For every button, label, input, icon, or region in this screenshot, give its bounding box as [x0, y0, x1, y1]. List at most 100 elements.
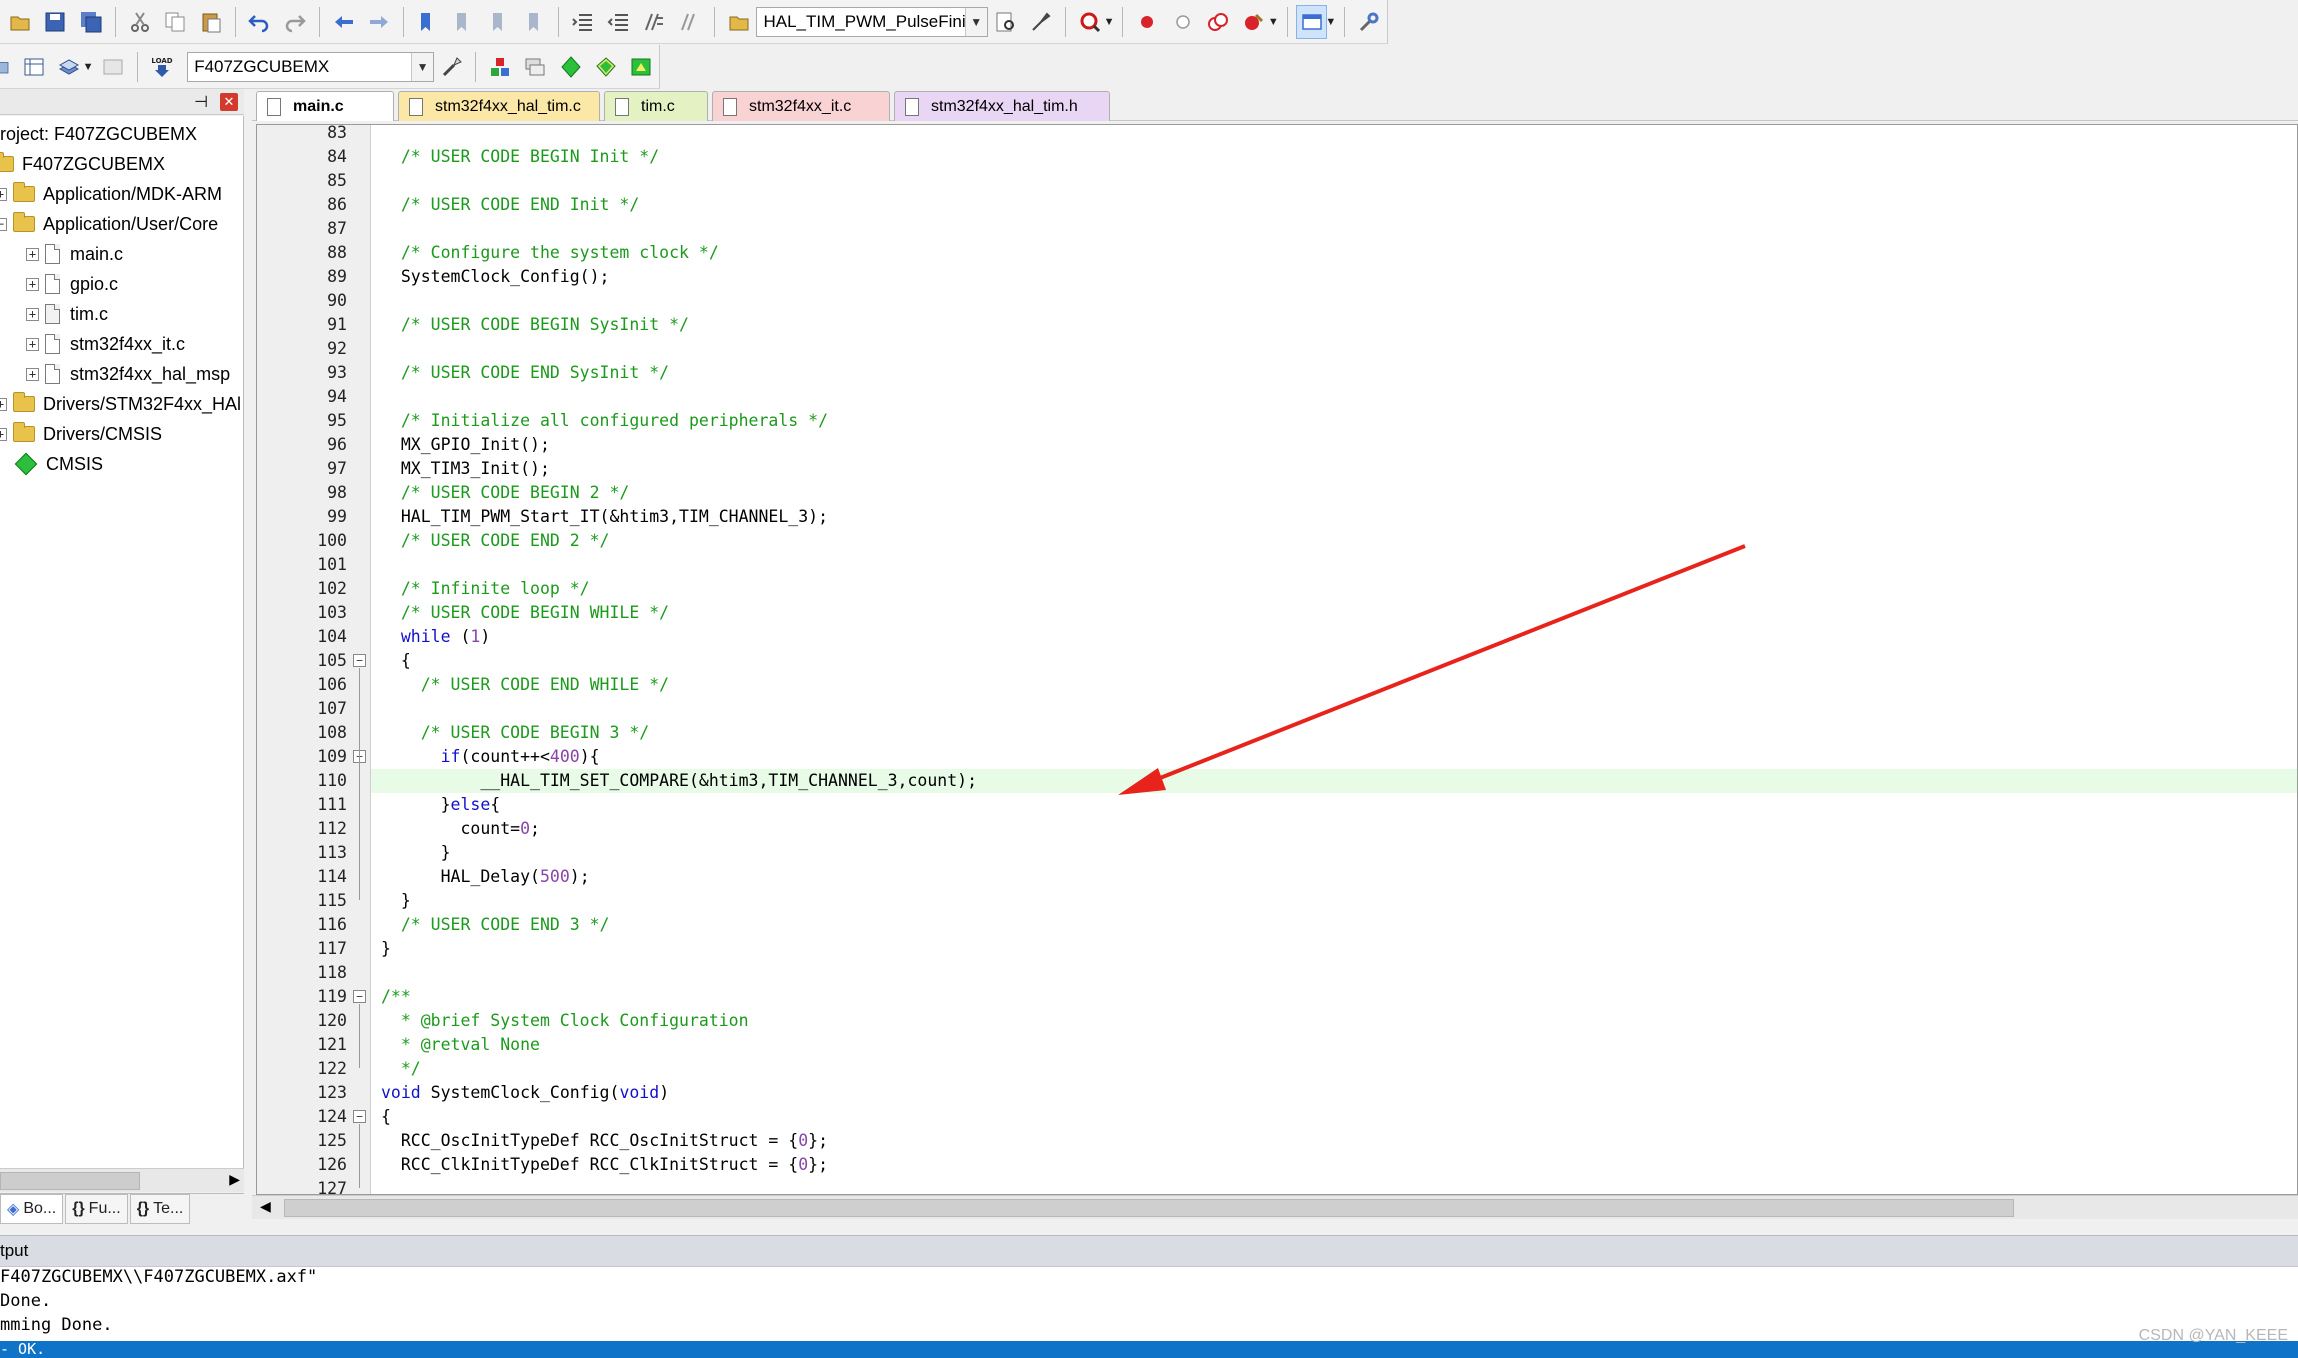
tree-item-mdk-arm[interactable]: + Application/MDK-ARM — [0, 180, 222, 208]
comment-icon[interactable] — [639, 5, 671, 39]
expand-icon[interactable]: + — [26, 277, 39, 291]
code-line[interactable]: if(count++<400){ — [371, 745, 2297, 769]
unindent-icon[interactable] — [603, 5, 635, 39]
code-line[interactable] — [371, 385, 2297, 409]
code-line[interactable]: /* USER CODE BEGIN WHILE */ — [371, 601, 2297, 625]
tab-stm32f4xx-it-c[interactable]: stm32f4xx_it.c — [712, 91, 890, 121]
code-line[interactable] — [371, 553, 2297, 577]
chevron-down-icon[interactable]: ▼ — [1104, 16, 1115, 28]
code-line[interactable]: MX_GPIO_Init(); — [371, 433, 2297, 457]
redo-icon[interactable] — [279, 5, 311, 39]
expand-icon[interactable]: + — [26, 247, 39, 261]
select-packs-icon[interactable] — [520, 50, 551, 84]
breakpoint-kill-all-icon[interactable] — [1203, 5, 1235, 39]
target-combo[interactable]: F407ZGCUBEMX ▼ — [187, 51, 435, 82]
code-line[interactable]: } — [371, 889, 2297, 913]
line-number-gutter[interactable]: 83 84 85 86 87 88 89 90 91 92 93 94 95 96 97 98 99 100 101… — [257, 125, 371, 1194]
scrollbar-thumb[interactable] — [0, 1172, 140, 1190]
code-line[interactable]: /* USER CODE END Init */ — [371, 193, 2297, 217]
code-line[interactable]: HAL_TIM_PWM_Start_IT(&htim3,TIM_CHANNEL_… — [371, 505, 2297, 529]
project-horizontal-scrollbar[interactable]: ▶ — [0, 1168, 244, 1192]
code-line[interactable]: /* USER CODE END 2 */ — [371, 529, 2297, 553]
paste-icon[interactable] — [195, 5, 227, 39]
code-line[interactable] — [371, 337, 2297, 361]
save-all-icon[interactable] — [75, 5, 107, 39]
navigate-back-icon[interactable] — [328, 5, 360, 39]
code-line[interactable] — [371, 289, 2297, 313]
chevron-down-icon[interactable]: ▼ — [83, 61, 94, 73]
pin-icon[interactable]: ⊣ — [194, 92, 208, 112]
bookmark-clear-icon[interactable] — [519, 5, 551, 39]
tree-item-drivers-cmsis[interactable]: + Drivers/CMSIS — [0, 420, 162, 448]
configure-icon[interactable] — [1353, 5, 1385, 39]
code-line[interactable]: while (1) — [371, 625, 2297, 649]
code-line[interactable]: /* USER CODE END SysInit */ — [371, 361, 2297, 385]
code-line[interactable]: /* USER CODE BEGIN 3 */ — [371, 721, 2297, 745]
code-line[interactable]: /* Infinite loop */ — [371, 577, 2297, 601]
code-line[interactable] — [371, 217, 2297, 241]
code-line[interactable] — [371, 1177, 2297, 1194]
fold-toggle-icon[interactable]: − — [353, 990, 366, 1003]
code-line[interactable]: count=0; — [371, 817, 2297, 841]
code-line[interactable]: /** — [371, 985, 2297, 1009]
code-line[interactable]: /* USER CODE BEGIN SysInit */ — [371, 313, 2297, 337]
find-icon[interactable] — [990, 5, 1022, 39]
bookmark-toggle-icon[interactable] — [412, 5, 444, 39]
expand-icon[interactable]: + — [26, 307, 39, 321]
manage-project-items-icon[interactable] — [484, 50, 515, 84]
manage-run-time-icon[interactable] — [555, 50, 586, 84]
target-node[interactable]: F407ZGCUBEMX — [0, 150, 165, 178]
expand-icon[interactable]: + — [0, 397, 7, 411]
code-line[interactable]: SystemClock_Config(); — [371, 265, 2297, 289]
indent-icon[interactable] — [567, 5, 599, 39]
expand-icon[interactable]: + — [0, 427, 7, 441]
chevron-down-icon[interactable]: ▼ — [964, 7, 987, 36]
code-line[interactable]: void SystemClock_Config(void) — [371, 1081, 2297, 1105]
code-line[interactable] — [371, 125, 2297, 145]
fold-toggle-icon[interactable]: − — [353, 1110, 366, 1123]
close-icon[interactable]: ✕ — [220, 93, 238, 111]
translate-icon[interactable] — [0, 50, 14, 84]
code-line[interactable]: /* Configure the system clock */ — [371, 241, 2297, 265]
tree-item-drivers-hal[interactable]: + Drivers/STM32F4xx_HAl — [0, 390, 241, 418]
tab-functions[interactable]: {} Fu... — [65, 1194, 128, 1224]
bookmark-next-icon[interactable] — [483, 5, 515, 39]
code-line[interactable] — [371, 697, 2297, 721]
chevron-down-icon[interactable]: ▼ — [411, 52, 434, 81]
scroll-right-icon[interactable]: ▶ — [229, 1171, 240, 1188]
code-line[interactable]: } — [371, 937, 2297, 961]
browse-icon[interactable] — [1025, 5, 1057, 39]
code-line[interactable]: */ — [371, 1057, 2297, 1081]
breakpoint-disable-icon[interactable] — [1167, 5, 1199, 39]
chevron-down-icon[interactable]: ▼ — [1325, 16, 1336, 28]
expand-icon[interactable]: + — [26, 337, 39, 351]
code-line[interactable]: * @brief System Clock Configuration — [371, 1009, 2297, 1033]
code-line[interactable]: /* USER CODE END 3 */ — [371, 913, 2297, 937]
stop-build-icon[interactable] — [98, 50, 129, 84]
navigate-forward-icon[interactable] — [363, 5, 395, 39]
code-line[interactable]: { — [371, 649, 2297, 673]
pack-installer-icon[interactable] — [590, 50, 621, 84]
expand-icon[interactable]: + — [26, 367, 39, 381]
tab-books[interactable]: ◈ Bo... — [0, 1194, 64, 1224]
tab-tim-c[interactable]: tim.c — [604, 91, 708, 121]
tab-templates[interactable]: {} Te... — [129, 1194, 191, 1224]
tree-item-tim-c[interactable]: + tim.c — [26, 300, 108, 328]
save-icon[interactable] — [40, 5, 72, 39]
bookmark-prev-icon[interactable] — [448, 5, 480, 39]
undo-icon[interactable] — [244, 5, 276, 39]
code-line[interactable]: /* USER CODE BEGIN Init */ — [371, 145, 2297, 169]
batch-build-icon[interactable] — [53, 50, 84, 84]
tree-item-gpio-c[interactable]: + gpio.c — [26, 270, 118, 298]
target-options-icon[interactable] — [436, 50, 467, 84]
tree-item-it-c[interactable]: + stm32f4xx_it.c — [26, 330, 185, 358]
code-line[interactable]: * @retval None — [371, 1033, 2297, 1057]
code-line[interactable]: } — [371, 841, 2297, 865]
open-file-icon[interactable] — [4, 5, 36, 39]
scrollbar-thumb[interactable] — [284, 1199, 2014, 1217]
code-line[interactable]: HAL_Delay(500); — [371, 865, 2297, 889]
editor-horizontal-scrollbar[interactable]: ◀ — [252, 1195, 2298, 1219]
code-line[interactable]: }else{ — [371, 793, 2297, 817]
tree-item-main-c[interactable]: + main.c — [26, 240, 123, 268]
tree-item-user-core[interactable]: − Application/User/Core — [0, 210, 218, 238]
